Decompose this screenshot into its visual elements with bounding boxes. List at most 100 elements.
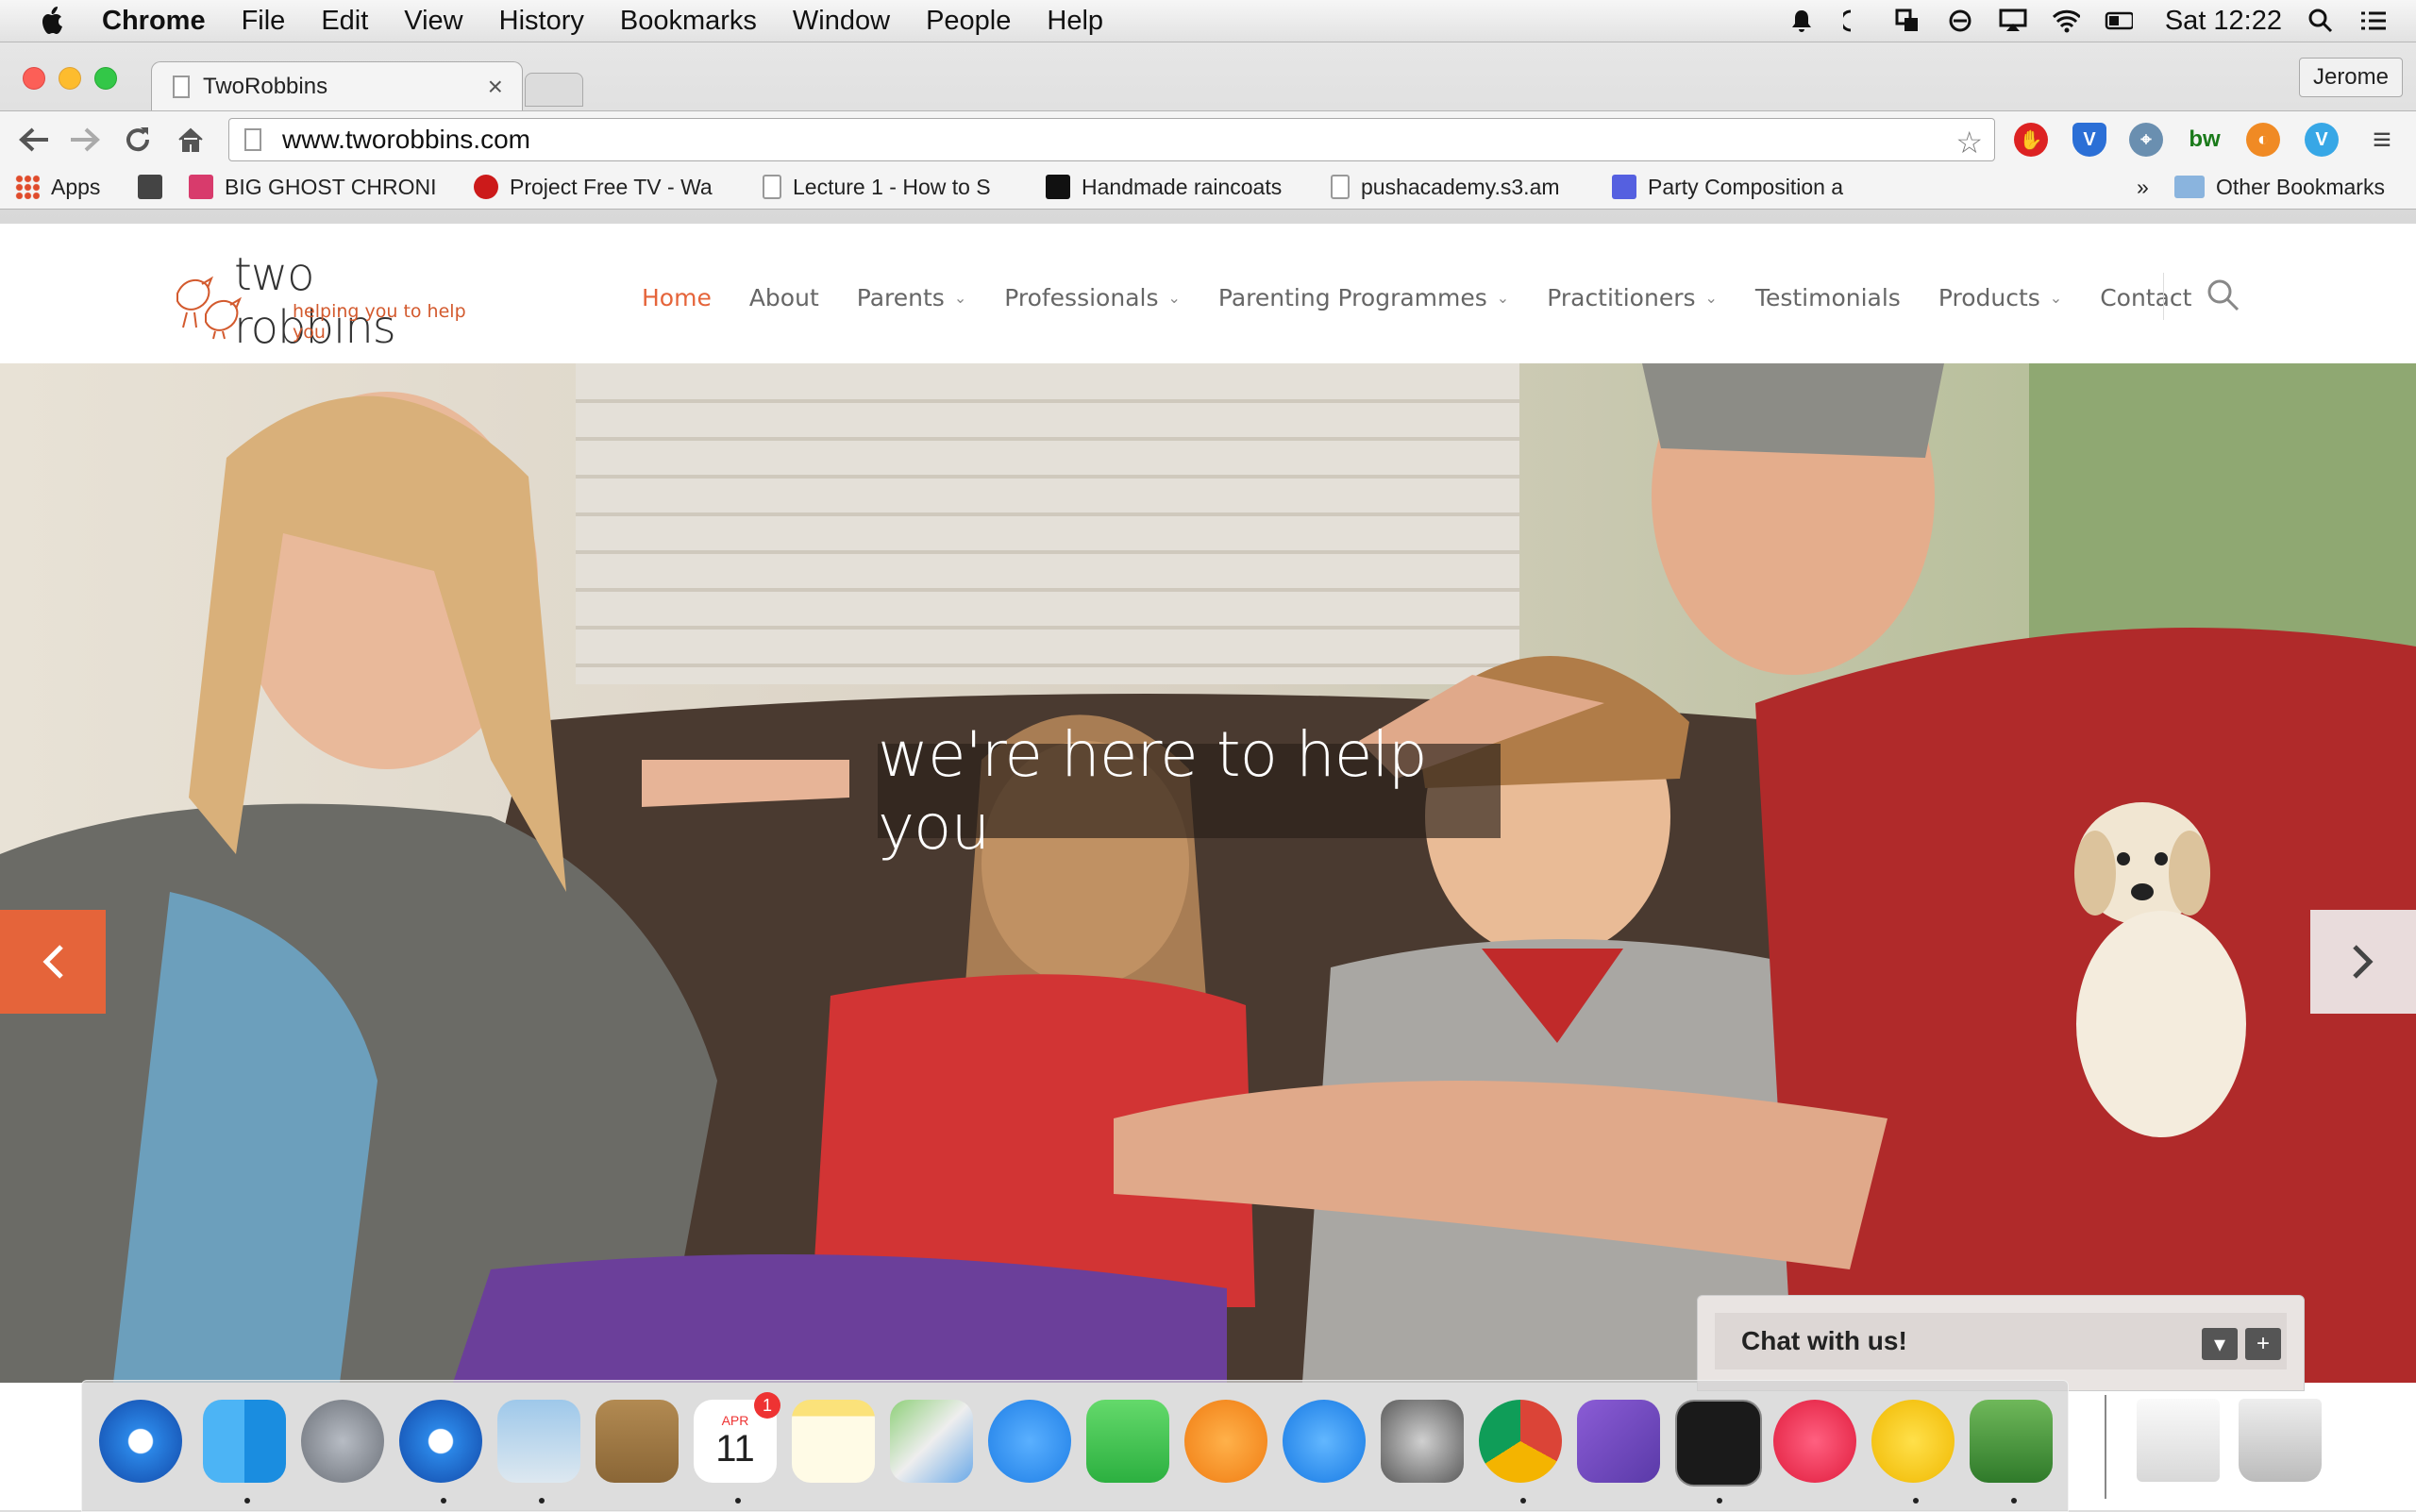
adblock-icon[interactable]: ✋ [2014,123,2048,157]
finder-icon[interactable] [203,1400,286,1483]
trash-icon[interactable] [2239,1399,2322,1482]
chat-bar[interactable]: Chat with us! ▾ + [1715,1313,2287,1369]
forward-arrow-icon[interactable] [66,123,104,157]
menu-icon[interactable]: ≡ [2365,122,2399,158]
spotlight-icon[interactable] [2307,7,2335,35]
safari-icon[interactable] [399,1400,482,1483]
tab-tworobbins[interactable]: TwoRobbins × [151,61,523,111]
bookmark-label: Handmade raincoats [1082,174,1283,199]
window-icon[interactable] [1893,7,1921,35]
nav-label: Parenting Programmes [1217,283,1487,311]
close-tab-icon[interactable]: × [488,72,503,102]
site-logo[interactable]: two robbins helping you to help you [168,248,470,354]
vim-icon[interactable] [1970,1400,2053,1483]
nav-contact[interactable]: Contact [2100,284,2191,311]
menu-view[interactable]: View [404,6,462,37]
home-icon[interactable] [172,123,210,157]
slider-next-button[interactable] [2310,910,2416,1014]
nav-products[interactable]: Products ⌄ [1938,284,2062,311]
back-arrow-icon[interactable] [15,123,53,157]
menu-edit[interactable]: Edit [321,6,368,37]
system-preferences-icon[interactable] [1381,1400,1464,1483]
airplay-icon[interactable] [1999,7,2027,35]
address-bar[interactable]: www.tworobbins.com ☆ [228,118,1995,161]
url-text[interactable]: www.tworobbins.com [282,125,530,155]
new-tab-button[interactable] [525,73,583,107]
zoom-window-button[interactable] [94,67,117,90]
satellite-icon[interactable]: ⌖ [2129,123,2163,157]
menu-window[interactable]: Window [793,6,890,37]
nav-practitioners[interactable]: Practitioners ⌄ [1547,284,1718,311]
firefox-icon[interactable]: ◐ [2246,123,2280,157]
bookmark-apps[interactable]: Apps [15,173,100,201]
nav-label: About [748,283,819,311]
safari-icon[interactable] [99,1400,182,1483]
nav-parents[interactable]: Parents ⌄ [857,284,966,311]
circle-icon[interactable] [1946,7,1974,35]
nav-testimonials[interactable]: Testimonials [1755,284,1901,311]
itunes-icon[interactable] [1773,1400,1856,1483]
bookmark-lecture-1[interactable]: Lecture 1 - How to S [763,173,1017,201]
notification-icon[interactable] [1787,7,1816,35]
menu-chrome[interactable]: Chrome [102,6,206,37]
menu-people[interactable]: People [926,6,1011,37]
bookmark-github[interactable] [138,173,174,201]
shield-icon[interactable]: V [2072,123,2106,157]
browser-window: TwoRobbins × Jerome www.tworobbins.com ☆… [0,42,2416,224]
menu-history[interactable]: History [499,6,584,37]
dash-icon[interactable] [1577,1400,1660,1483]
archive-icon[interactable] [2137,1399,2220,1482]
bookmark-pushacademy[interactable]: pushacademy.s3.am [1331,173,1586,201]
running-indicator [1520,1498,1526,1504]
nav-about[interactable]: About [749,284,819,311]
facetime-icon[interactable] [1086,1400,1169,1483]
bookmark-handmade-raincoats[interactable]: Handmade raincoats [1046,173,1300,201]
nav-professionals[interactable]: Professionals ⌄ [1004,284,1181,311]
list-icon[interactable] [2359,7,2388,35]
menu-bookmarks[interactable]: Bookmarks [620,6,757,37]
bookmark-party-composition[interactable]: Party Composition a [1612,173,1872,201]
terminal-icon[interactable] [1675,1400,1762,1487]
apple-icon[interactable] [32,0,74,42]
launchpad-icon[interactable] [301,1400,384,1483]
moon-icon[interactable] [1840,7,1869,35]
bw-icon[interactable]: bw [2188,123,2222,157]
search-icon[interactable] [2206,278,2240,312]
dock: APR 11 1 [81,1380,2069,1512]
menu-help[interactable]: Help [1047,6,1103,37]
messages-icon[interactable] [988,1400,1071,1483]
bookmark-star-icon[interactable]: ☆ [1955,125,1983,160]
chrome-icon[interactable] [1479,1400,1562,1483]
wifi-icon[interactable] [2052,7,2080,35]
slider-prev-button[interactable] [0,910,106,1014]
nav-home[interactable]: Home [642,284,712,311]
ghost-icon [189,175,213,199]
chevron-left-icon [42,945,63,979]
bookmark-project-free-tv[interactable]: Project Free TV - Wa [474,173,734,201]
appstore-icon[interactable] [1283,1400,1366,1483]
bookmark-other[interactable]: Other Bookmarks [2174,173,2385,201]
notes-icon[interactable] [792,1400,875,1483]
close-window-button[interactable] [23,67,45,90]
bookmarks-overflow[interactable]: » [2137,173,2149,201]
vimeo-icon[interactable]: V [2305,123,2339,157]
minimize-window-button[interactable] [59,67,81,90]
nav-label: Practitioners [1547,283,1696,311]
menu-file[interactable]: File [242,6,286,37]
clock[interactable]: Sat 12:22 [2165,6,2282,37]
ibooks-icon[interactable] [1184,1400,1267,1483]
bookmark-label: Party Composition a [1648,174,1844,199]
maps-icon[interactable] [890,1400,973,1483]
chat-minimize-button[interactable]: ▾ [2202,1328,2238,1360]
battery-icon[interactable] [2105,7,2133,35]
cyberduck-icon[interactable] [1871,1400,1955,1483]
chat-widget[interactable]: Chat with us! ▾ + [1697,1295,2305,1391]
chat-expand-button[interactable]: + [2245,1328,2281,1360]
nav-parenting-programmes[interactable]: Parenting Programmes ⌄ [1218,284,1509,311]
contacts-icon[interactable] [596,1400,679,1483]
calendar-icon[interactable]: APR 11 1 [694,1392,780,1483]
bookmark-big-ghost[interactable]: BIG GHOST CHRONI [189,173,445,201]
preview-icon[interactable] [497,1400,580,1483]
profile-button[interactable]: Jerome [2298,58,2403,97]
reload-icon[interactable] [119,123,157,157]
